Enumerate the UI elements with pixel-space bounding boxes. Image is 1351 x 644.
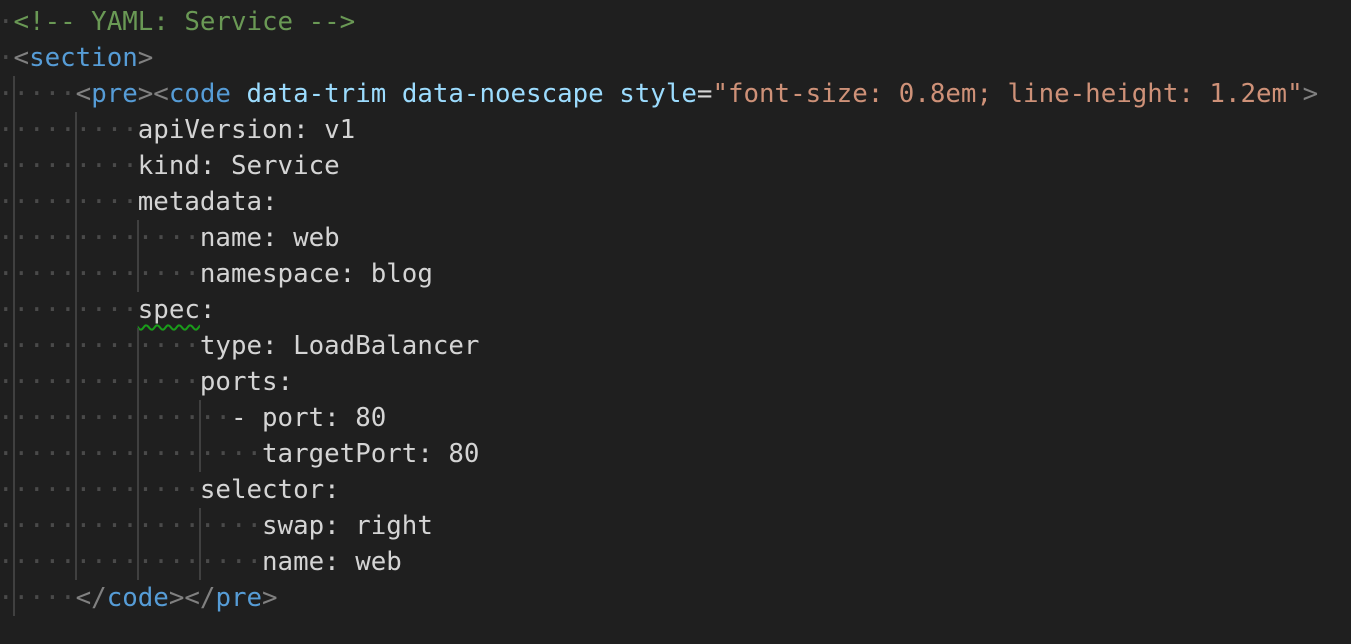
code-line[interactable]: ·········kind: Service	[0, 148, 340, 184]
token-punct: </	[75, 583, 107, 613]
whitespace-markers: ·············	[0, 223, 200, 253]
whitespace-markers: ·	[0, 43, 14, 73]
token-punct: ></	[168, 583, 216, 613]
token-text: kind: Service	[137, 151, 340, 181]
whitespace-markers: ·········	[0, 115, 138, 145]
token-text: name: web	[262, 547, 402, 577]
code-line[interactable]: ·········apiVersion: v1	[0, 112, 355, 148]
whitespace-markers: ·····	[0, 79, 76, 109]
code-line[interactable]: ·················swap: right	[0, 508, 433, 544]
token-text: :	[199, 295, 216, 325]
whitespace-markers: ·················	[0, 511, 263, 541]
token-text: apiVersion: v1	[137, 115, 356, 145]
token-punct: >	[1302, 79, 1319, 109]
token-punct: <	[13, 43, 30, 73]
token-text: targetPort: 80	[262, 439, 480, 469]
code-line[interactable]: ·············type: LoadBalancer	[0, 328, 479, 364]
token-attr: data-noescape	[401, 79, 604, 109]
token-attr: data-trim	[246, 79, 387, 109]
code-line[interactable]: ·················name: web	[0, 544, 402, 580]
token-text: namespace: blog	[199, 259, 433, 289]
token-text: selector:	[199, 475, 340, 505]
code-line[interactable]: ·········spec:	[0, 292, 215, 328]
token-string: "font-size: 0.8em; line-height: 1.2em"	[712, 79, 1303, 109]
code-line[interactable]: ·············selector:	[0, 472, 340, 508]
token-eq: =	[696, 79, 713, 109]
code-line[interactable]: ·····</code></pre>	[0, 580, 278, 616]
token-punct: >	[137, 43, 154, 73]
token-text: - port: 80	[230, 403, 387, 433]
token-text: type: LoadBalancer	[199, 331, 480, 361]
code-line[interactable]: ·················targetPort: 80	[0, 436, 479, 472]
whitespace-markers: ·········	[0, 187, 138, 217]
code-editor[interactable]: ·<!-- YAML: Service -->·<section>·····<p…	[0, 4, 1351, 644]
token-text: swap: right	[262, 511, 433, 541]
code-line[interactable]: ·············ports:	[0, 364, 293, 400]
whitespace-markers: ·················	[0, 547, 263, 577]
code-line[interactable]: ···············- port: 80	[0, 400, 386, 436]
token-comment: <!-- YAML: Service -->	[13, 7, 356, 37]
whitespace-markers: ·················	[0, 439, 263, 469]
token-tag: pre	[215, 583, 263, 613]
whitespace-markers: ·············	[0, 259, 200, 289]
token-text: name: web	[199, 223, 340, 253]
code-line[interactable]: ·········metadata:	[0, 184, 278, 220]
token-attr: style	[619, 79, 697, 109]
code-line[interactable]: ·············namespace: blog	[0, 256, 433, 292]
token-text: metadata:	[137, 187, 278, 217]
whitespace-markers: ···············	[0, 403, 231, 433]
token-tag: code	[168, 79, 231, 109]
token-punct: >	[262, 583, 278, 613]
token-punct: <	[75, 79, 92, 109]
whitespace-markers: ·············	[0, 367, 200, 397]
token-punct: ><	[137, 79, 169, 109]
token-tag: section	[29, 43, 138, 73]
whitespace-markers: ·····	[0, 583, 76, 613]
whitespace-markers: ·	[0, 7, 14, 37]
token-text-warning: spec	[137, 295, 200, 325]
whitespace-markers: ·············	[0, 331, 200, 361]
whitespace-markers: ·········	[0, 295, 138, 325]
token-tag: pre	[91, 79, 138, 109]
code-line[interactable]: ·····<pre><code data-trim data-noescape …	[0, 76, 1318, 112]
code-line[interactable]: ·<!-- YAML: Service -->	[0, 4, 355, 40]
whitespace-markers: ·········	[0, 151, 138, 181]
token-text: ports:	[199, 367, 294, 397]
code-line[interactable]: ·<section>	[0, 40, 153, 76]
code-line[interactable]: ·············name: web	[0, 220, 340, 256]
token-tag: code	[106, 583, 169, 613]
whitespace-markers: ·············	[0, 475, 200, 505]
